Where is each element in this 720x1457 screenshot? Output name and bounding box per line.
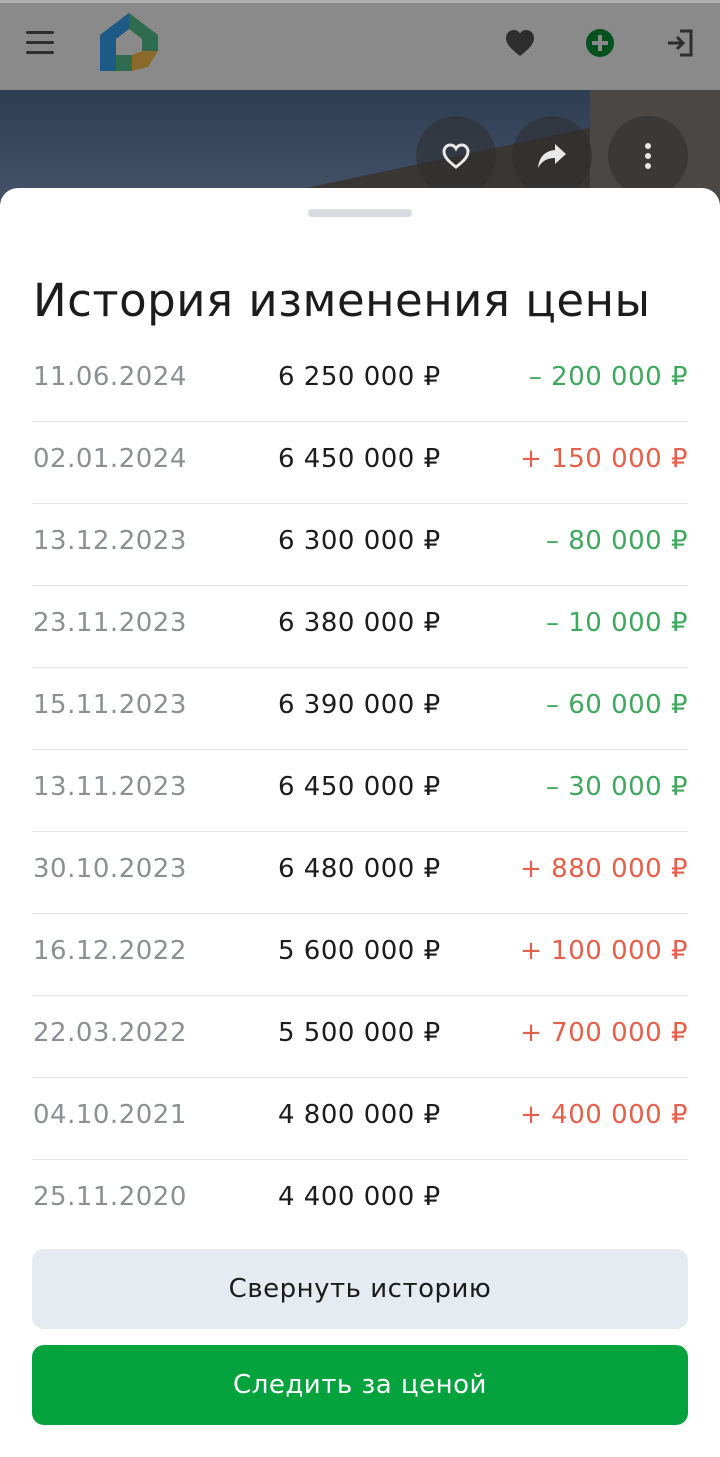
price-history-row: 13.12.2023 6 300 000 ₽ – 80 000 ₽ bbox=[32, 504, 688, 586]
history-price-change: – 10 000 ₽ bbox=[545, 608, 688, 638]
history-date: 25.11.2020 bbox=[33, 1182, 187, 1212]
history-price-change: – 80 000 ₽ bbox=[545, 526, 688, 556]
history-price: 5 600 000 ₽ bbox=[278, 936, 441, 966]
heart-icon bbox=[506, 30, 534, 56]
menu-button[interactable] bbox=[16, 19, 64, 67]
history-price: 6 450 000 ₽ bbox=[278, 444, 441, 474]
photo-share-button[interactable] bbox=[512, 116, 592, 196]
price-history-row: 13.11.2023 6 450 000 ₽ – 30 000 ₽ bbox=[32, 750, 688, 832]
history-price: 4 400 000 ₽ bbox=[278, 1182, 441, 1212]
history-price-change: – 30 000 ₽ bbox=[545, 772, 688, 802]
price-history-row: 16.12.2022 5 600 000 ₽ + 100 000 ₽ bbox=[32, 914, 688, 996]
screen: История изменения цены 11.06.2024 6 250 0… bbox=[0, 0, 720, 1457]
sheet-title: История изменения цены bbox=[33, 274, 651, 327]
price-history-row: 15.11.2023 6 390 000 ₽ – 60 000 ₽ bbox=[32, 668, 688, 750]
history-price-change: – 60 000 ₽ bbox=[545, 690, 688, 720]
history-price: 6 380 000 ₽ bbox=[278, 608, 441, 638]
history-date: 13.12.2023 bbox=[33, 526, 187, 556]
price-history-row: 04.10.2021 4 800 000 ₽ + 400 000 ₽ bbox=[32, 1078, 688, 1160]
photo-more-button[interactable] bbox=[608, 116, 688, 196]
track-price-button[interactable]: Следить за ценой bbox=[32, 1345, 688, 1425]
history-price: 6 450 000 ₽ bbox=[278, 772, 441, 802]
history-price-change: + 150 000 ₽ bbox=[520, 444, 688, 474]
add-listing-button[interactable] bbox=[576, 19, 624, 67]
history-price: 6 480 000 ₽ bbox=[278, 854, 441, 884]
price-history-row: 30.10.2023 6 480 000 ₽ + 880 000 ₽ bbox=[32, 832, 688, 914]
more-vertical-icon bbox=[645, 143, 651, 169]
hamburger-icon bbox=[26, 31, 54, 34]
history-date: 04.10.2021 bbox=[33, 1100, 187, 1130]
history-date: 30.10.2023 bbox=[33, 854, 187, 884]
sign-in-icon bbox=[668, 29, 693, 57]
price-history-row: 22.03.2022 5 500 000 ₽ + 700 000 ₽ bbox=[32, 996, 688, 1078]
app-header bbox=[0, 0, 720, 90]
history-price: 4 800 000 ₽ bbox=[278, 1100, 441, 1130]
price-history-row: 23.11.2023 6 380 000 ₽ – 10 000 ₽ bbox=[32, 586, 688, 668]
history-date: 13.11.2023 bbox=[33, 772, 187, 802]
collapse-history-button[interactable]: Свернуть историю bbox=[32, 1249, 688, 1329]
share-arrow-icon bbox=[538, 144, 566, 168]
plus-circle-icon bbox=[586, 29, 614, 57]
history-price-change: + 100 000 ₽ bbox=[520, 936, 688, 966]
history-date: 11.06.2024 bbox=[33, 362, 187, 392]
price-history-sheet: История изменения цены 11.06.2024 6 250 0… bbox=[0, 188, 720, 1457]
history-price: 6 250 000 ₽ bbox=[278, 362, 441, 392]
price-history-row: 11.06.2024 6 250 000 ₽ – 200 000 ₽ bbox=[32, 340, 688, 422]
house-logo-icon[interactable] bbox=[98, 11, 160, 73]
price-history-row: 02.01.2024 6 450 000 ₽ + 150 000 ₽ bbox=[32, 422, 688, 504]
login-button[interactable] bbox=[656, 19, 704, 67]
history-price-change: + 880 000 ₽ bbox=[520, 854, 688, 884]
history-date: 02.01.2024 bbox=[33, 444, 187, 474]
photo-favorite-button[interactable] bbox=[416, 116, 496, 196]
favorites-button[interactable] bbox=[496, 19, 544, 67]
heart-outline-icon bbox=[442, 143, 470, 169]
history-date: 15.11.2023 bbox=[33, 690, 187, 720]
history-price: 5 500 000 ₽ bbox=[278, 1018, 441, 1048]
history-date: 22.03.2022 bbox=[33, 1018, 187, 1048]
history-price: 6 300 000 ₽ bbox=[278, 526, 441, 556]
history-price-change: – 200 000 ₽ bbox=[528, 362, 688, 392]
price-history-row: 25.11.2020 4 400 000 ₽ bbox=[32, 1160, 688, 1242]
price-history-list: 11.06.2024 6 250 000 ₽ – 200 000 ₽ 02.01.20… bbox=[32, 340, 688, 1242]
history-date: 23.11.2023 bbox=[33, 608, 187, 638]
history-price-change: + 700 000 ₽ bbox=[520, 1018, 688, 1048]
sheet-drag-handle[interactable] bbox=[308, 209, 412, 217]
history-price: 6 390 000 ₽ bbox=[278, 690, 441, 720]
history-price-change: + 400 000 ₽ bbox=[520, 1100, 688, 1130]
history-date: 16.12.2022 bbox=[33, 936, 187, 966]
